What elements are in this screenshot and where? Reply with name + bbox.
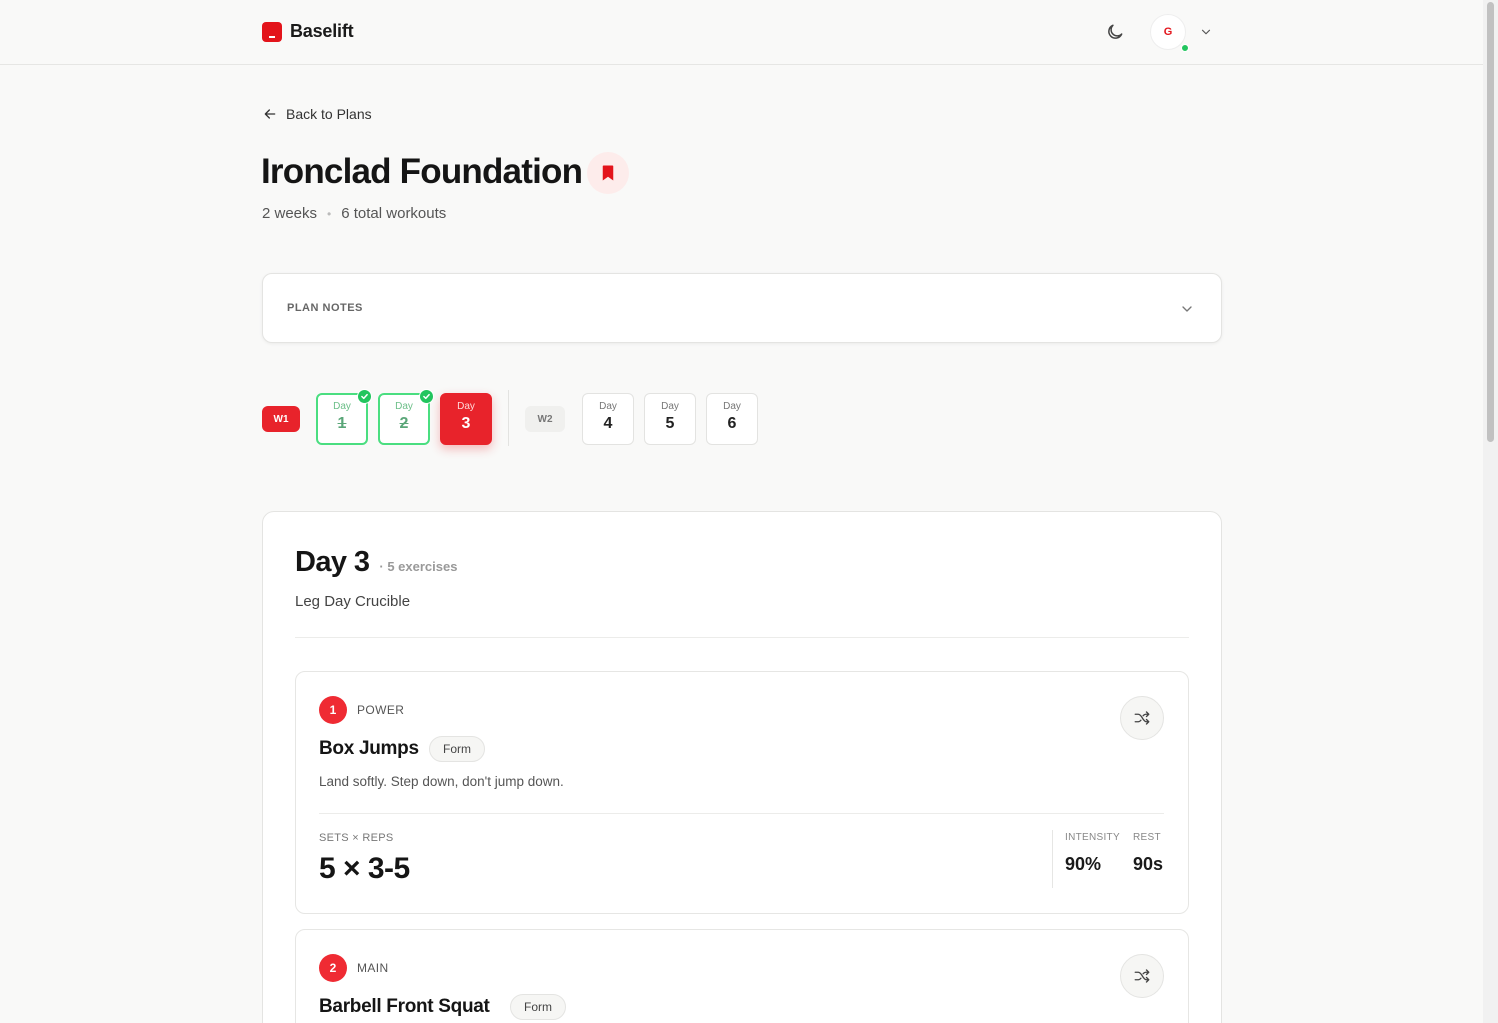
exercise-note: Land softly. Step down, don't jump down. [319,774,564,789]
plan-notes-accordion[interactable]: PLAN NOTES [262,273,1222,343]
day-number: 1 [337,415,347,432]
week-2-badge: W2 [525,406,565,432]
plan-meta: 2 weeks • 6 total workouts [262,205,446,222]
brand-logo[interactable]: Baselift [262,21,354,42]
workout-subtitle: Leg Day Crucible [295,593,411,610]
brand-name: Baselift [290,21,354,41]
day-6-button[interactable]: Day 6 [706,393,758,445]
exercise-category: MAIN [357,961,389,975]
meta-separator: • [327,206,332,221]
swap-exercise-button[interactable] [1120,696,1164,740]
plan-title: Ironclad Foundation [261,152,583,191]
exercise-category: POWER [357,703,405,717]
top-navbar: Baselift G [0,0,1483,65]
check-icon [419,389,434,404]
form-button[interactable]: Form [429,736,485,762]
plan-weeks: 2 weeks [262,205,318,222]
week-divider [508,390,509,446]
plan-notes-label: PLAN NOTES [287,302,363,314]
day-number: 5 [665,415,675,432]
brand-logo-mark [262,21,282,42]
rest-value: 90s [1133,854,1164,874]
swap-exercise-button[interactable] [1120,954,1164,998]
exercise-name: Box Jumps [319,738,419,759]
workout-card: Day 3 · 5 exercises Leg Day Crucible 1 P… [262,511,1222,1023]
exercise-count: · 5 exercises [379,559,458,574]
week-1-badge: W1 [262,406,300,432]
day-number: 3 [461,415,471,432]
day-label: Day [395,401,413,412]
avatar-initial: G [1163,26,1173,38]
shuffle-icon [1134,711,1150,725]
bookmark-button[interactable] [587,152,629,194]
day-number: 2 [399,415,409,432]
exercise-index-badge: 2 [319,954,347,982]
sets-reps-label: SETS × REPS [319,832,394,844]
day-2-button[interactable]: Day 2 [378,389,434,445]
online-status-dot [1181,44,1189,52]
exercise-card: 1 POWER Box Jumps Form Land softly. Step… [295,671,1189,914]
user-avatar[interactable]: G [1150,14,1186,50]
shuffle-icon [1134,969,1150,983]
back-link-label: Back to Plans [286,106,372,122]
exercise-index-badge: 1 [319,696,347,724]
intensity-value: 90% [1065,854,1102,874]
chevron-down-icon [1182,306,1192,312]
workout-heading: Day 3 · 5 exercises [295,546,457,579]
exercise-card: 2 MAIN Barbell Front Squat Form [295,929,1189,1023]
page-scrollbar-thumb[interactable] [1487,2,1494,442]
plan-total-workouts: 6 total workouts [341,205,447,222]
divider [319,813,1164,814]
day-1-button[interactable]: Day 1 [316,389,372,445]
intensity-label: INTENSITY [1065,832,1120,843]
day-number: 4 [603,415,613,432]
back-to-plans-link[interactable]: Back to Plans [262,106,372,122]
exercise-name: Barbell Front Squat [319,996,490,1017]
day-4-button[interactable]: Day 4 [582,393,634,445]
day-label: Day [599,401,617,412]
day-label: Day [723,401,741,412]
bookmark-icon [602,165,614,181]
day-label: Day [333,401,351,412]
day-label: Day [457,401,475,412]
divider [295,637,1189,638]
check-icon [357,389,372,404]
rest-label: REST [1133,832,1161,843]
day-number: 6 [727,415,737,432]
sets-reps-value: 5 × 3-5 [319,852,410,885]
moon-icon[interactable] [1105,22,1125,42]
day-label: Day [661,401,679,412]
day-5-button[interactable]: Day 5 [644,393,696,445]
stat-divider [1052,830,1053,888]
form-button[interactable]: Form [510,994,566,1020]
workout-title: Day 3 [295,546,370,578]
account-menu-chevron-icon[interactable] [1199,25,1213,39]
arrow-left-icon [264,109,276,119]
day-3-button[interactable]: Day 3 [440,393,492,445]
